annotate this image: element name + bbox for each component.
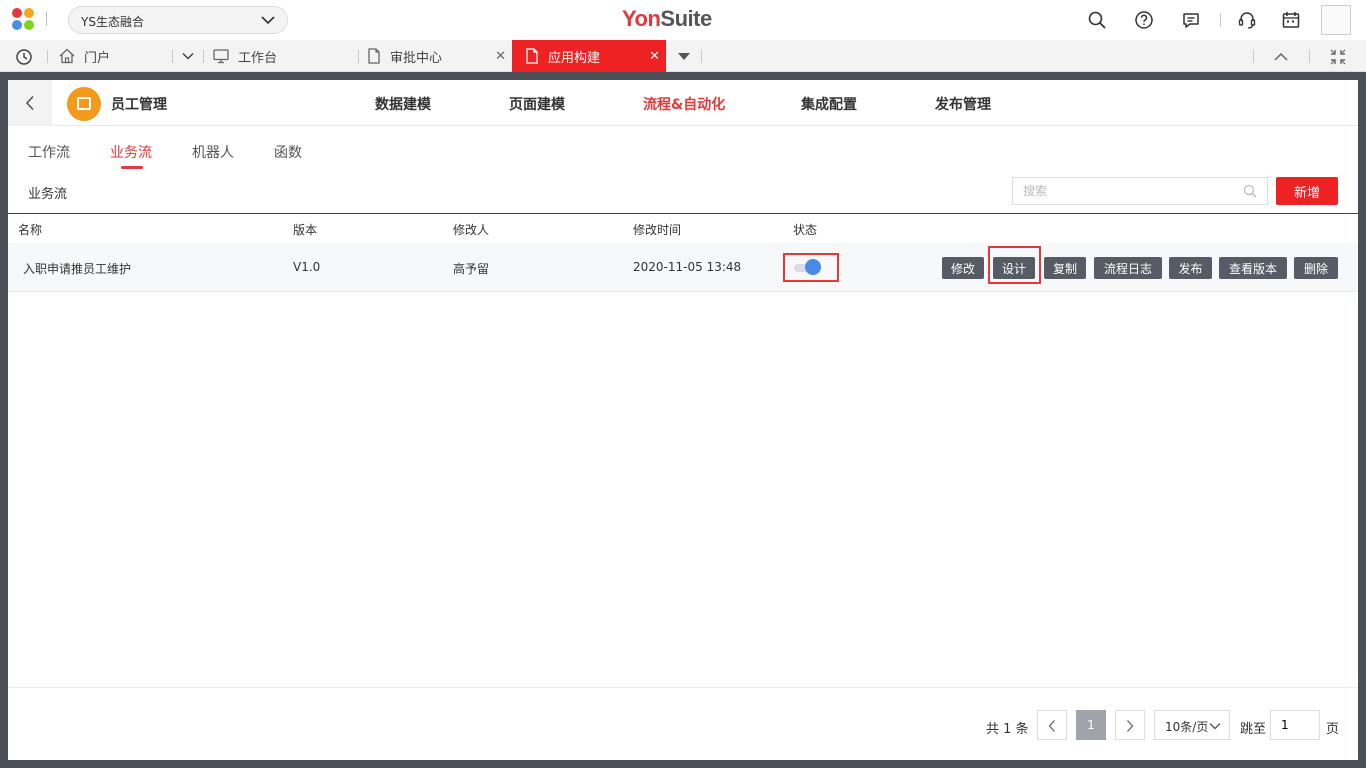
page-size-label: 10条/页 [1165,720,1209,734]
prev-page-button[interactable] [1037,710,1067,740]
jump-page-input[interactable] [1271,711,1319,739]
copy-button[interactable]: 复制 [1044,257,1086,279]
status-toggle-knob[interactable] [805,259,821,275]
org-selector[interactable]: YS生态融合 [68,6,288,34]
close-icon[interactable]: ✕ [495,49,506,64]
tab-approval-center[interactable]: 审批中心 ✕ [360,40,512,72]
column-header-version[interactable]: 版本 [293,221,317,238]
org-selector-label: YS生态融合 [81,15,144,29]
top-bar: YS生态融合 YonSuite [0,0,1366,40]
history-icon[interactable] [15,48,33,66]
tab-divider [47,50,48,63]
active-tab-indicator [121,166,143,169]
brand-part-1: Yon [622,6,661,31]
jump-label: 跳至 [1240,722,1267,737]
caret-down-icon[interactable] [678,53,690,61]
main-panel: 员工管理 数据建模 页面建模 流程&自动化 集成配置 发布管理 工作流 业务流 … [8,80,1358,760]
tab-portal-label: 门户 [84,50,111,66]
document-icon [526,48,538,64]
nav-release-management[interactable]: 发布管理 [935,94,991,114]
cell-modified-time: 2020-11-05 13:48 [633,260,742,274]
home-icon [59,48,75,64]
document-icon [368,48,380,64]
customer-service-icon[interactable] [1237,10,1257,30]
app-header: 员工管理 数据建模 页面建模 流程&自动化 集成配置 发布管理 [8,80,1358,126]
search-icon[interactable] [1243,184,1257,198]
publish-button[interactable]: 发布 [1169,257,1212,279]
back-button[interactable] [8,80,52,126]
process-log-button[interactable]: 流程日志 [1094,257,1162,279]
tab-approval-center-label: 审批中心 [390,50,443,66]
tab-app-builder[interactable]: 应用构建 ✕ [512,40,666,72]
nav-data-modeling[interactable]: 数据建模 [375,94,431,114]
chevron-left-icon [1048,720,1056,732]
delete-button[interactable]: 删除 [1294,257,1338,279]
cell-modifier: 高予留 [453,262,490,276]
brand-part-2: Suite [660,6,712,31]
toolbar-divider [1220,13,1221,27]
nav-process-automation[interactable]: 流程&自动化 [643,94,725,114]
tab-bar: 门户 工作台 审批中心 ✕ 应用构建 ✕ [0,40,1366,72]
search-icon[interactable] [1087,10,1107,30]
column-header-modified-time[interactable]: 修改时间 [633,221,681,238]
chevron-left-icon [25,95,34,111]
column-header-status[interactable]: 状态 [793,221,817,238]
next-page-button[interactable] [1115,710,1145,740]
cell-name: 入职申请推员工维护 [23,262,132,276]
collapse-icon[interactable] [1329,48,1347,66]
edit-button[interactable]: 修改 [942,257,984,279]
page-unit-label: 页 [1326,722,1340,737]
search-box [1012,177,1268,205]
section-title: 业务流 [28,187,68,202]
chevron-down-icon [261,16,275,25]
subtab-robot[interactable]: 机器人 [192,142,234,162]
tab-workbench[interactable]: 工作台 [206,40,356,72]
view-versions-button[interactable]: 查看版本 [1219,257,1287,279]
total-count: 共 1 条 [986,722,1029,737]
jump-box [1270,710,1320,740]
subtab-workflow[interactable]: 工作流 [28,142,70,162]
app-icon [67,87,101,121]
search-input[interactable] [1013,178,1233,204]
design-button[interactable]: 设计 [993,257,1035,279]
column-header-modifier[interactable]: 修改人 [453,221,489,238]
brand-logo: YonSuite [622,6,712,32]
subtab-function[interactable]: 函数 [274,142,302,162]
subtab-business-flow[interactable]: 业务流 [110,142,152,162]
tab-divider [203,50,204,63]
monitor-icon [213,49,229,64]
tab-app-builder-label: 应用构建 [548,50,601,66]
tab-divider [1309,50,1310,63]
add-button[interactable]: 新增 [1276,177,1338,205]
pagination: 共 1 条 1 10条/页 跳至 页 [8,687,1358,760]
app-name: 员工管理 [111,97,167,113]
chevron-down-icon[interactable] [182,52,194,60]
chevron-up-icon[interactable] [1274,52,1288,61]
chevron-down-icon [1209,723,1221,730]
tab-divider [358,50,359,63]
cell-version: V1.0 [293,260,321,274]
tab-divider [1253,50,1254,63]
column-header-name[interactable]: 名称 [18,221,42,238]
tab-workbench-label: 工作台 [238,50,278,66]
status-highlight [783,253,839,282]
app-logo-icon[interactable] [12,8,38,32]
nav-page-modeling[interactable]: 页面建模 [509,94,565,114]
logo-divider [46,12,47,26]
nav-integration-config[interactable]: 集成配置 [801,94,857,114]
page-number[interactable]: 1 [1076,710,1106,740]
page-size-select[interactable]: 10条/页 [1154,710,1230,740]
tab-divider [701,50,702,63]
calendar-icon[interactable] [1281,10,1301,30]
tab-divider [172,50,173,63]
help-icon[interactable] [1134,10,1154,30]
tab-portal[interactable]: 门户 [52,40,172,72]
message-icon[interactable] [1181,10,1201,30]
user-avatar[interactable] [1321,5,1351,35]
close-icon[interactable]: ✕ [649,49,660,64]
table-header: 名称 版本 修改人 修改时间 状态 [8,213,1358,243]
chevron-right-icon [1126,720,1134,732]
table-row[interactable]: 入职申请推员工维护 V1.0 高予留 2020-11-05 13:48 修改 设… [8,243,1358,292]
